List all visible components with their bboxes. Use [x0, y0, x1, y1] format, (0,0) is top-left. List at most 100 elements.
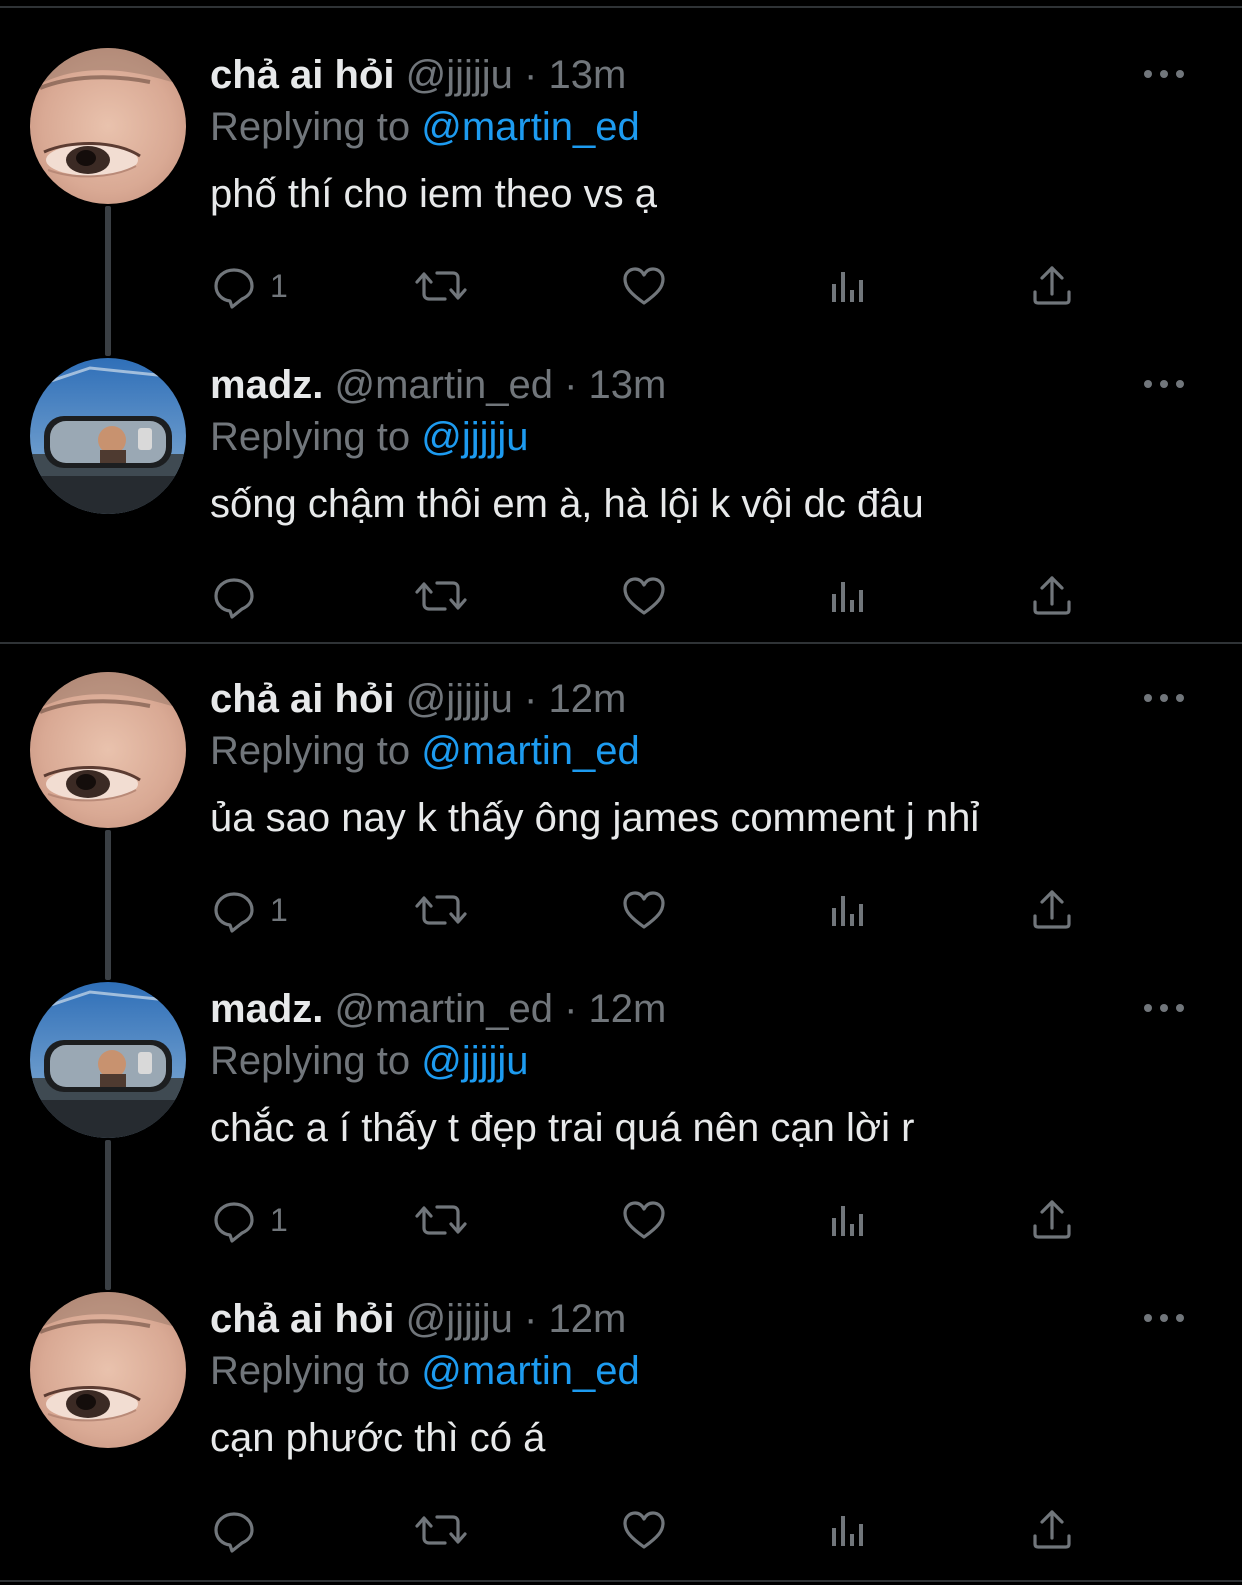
action-bar — [210, 1504, 1090, 1556]
action-bar: 1 — [210, 884, 1090, 936]
mention-link[interactable]: @martin_ed — [421, 1349, 639, 1393]
like-button[interactable] — [620, 570, 668, 622]
display-name[interactable]: chả ai hỏi — [210, 1297, 395, 1341]
tweet-header: madz. @martin_ed · 12m — [210, 986, 666, 1032]
timestamp[interactable]: · 12m — [564, 987, 666, 1031]
reply-count: 1 — [270, 891, 288, 928]
action-bar: 1 — [210, 1194, 1090, 1246]
timestamp[interactable]: · 13m — [524, 53, 626, 97]
views-icon — [832, 582, 863, 612]
replying-to: Replying to @jjjjju — [210, 414, 529, 460]
tweet[interactable]: chả ai hỏi @jjjjju · 13m Replying to @ma… — [0, 0, 1242, 310]
reply-button[interactable] — [210, 1504, 270, 1556]
avatar[interactable] — [30, 48, 186, 204]
reply-icon — [214, 1512, 254, 1553]
views-icon — [832, 272, 863, 302]
share-button[interactable] — [1028, 570, 1076, 622]
views-button[interactable] — [824, 1194, 872, 1246]
handle[interactable]: @jjjjju — [406, 53, 513, 97]
mention-link[interactable]: @jjjjju — [421, 1039, 528, 1083]
tweet-text: phố thí cho iem theo vs ạ — [210, 172, 657, 216]
tweet[interactable]: chả ai hỏi @jjjjju · 12m Replying to @ma… — [0, 624, 1242, 934]
reply-button[interactable]: 1 — [210, 1194, 288, 1246]
timestamp[interactable]: · 12m — [524, 1297, 626, 1341]
reply-button[interactable] — [210, 570, 270, 622]
reply-count: 1 — [270, 267, 288, 304]
share-icon — [1033, 576, 1071, 615]
share-button[interactable] — [1028, 1194, 1076, 1246]
retweet-icon — [415, 895, 467, 925]
like-button[interactable] — [620, 1504, 668, 1556]
display-name[interactable]: chả ai hỏi — [210, 53, 395, 97]
mention-link[interactable]: @martin_ed — [421, 105, 639, 149]
tweet[interactable]: chả ai hỏi @jjjjju · 12m Replying to @ma… — [0, 1244, 1242, 1554]
avatar[interactable] — [30, 982, 186, 1138]
share-button[interactable] — [1028, 1504, 1076, 1556]
more-icon[interactable] — [1144, 694, 1184, 704]
handle[interactable]: @martin_ed — [334, 363, 552, 407]
more-icon[interactable] — [1144, 380, 1184, 390]
retweet-icon — [415, 1205, 467, 1235]
tweet-text: sống chậm thôi em à, hà lội k vội dc đâu — [210, 482, 924, 526]
retweet-icon — [415, 581, 467, 611]
retweet-button[interactable] — [414, 1194, 468, 1246]
action-bar — [210, 570, 1090, 622]
more-icon[interactable] — [1144, 70, 1184, 80]
tweet-text: ủa sao nay k thấy ông james comment j nh… — [210, 796, 980, 840]
share-icon — [1033, 1200, 1071, 1239]
avatar[interactable] — [30, 672, 186, 828]
reply-button[interactable]: 1 — [210, 884, 288, 936]
replying-to: Replying to @martin_ed — [210, 104, 640, 150]
replying-prefix: Replying to — [210, 1349, 411, 1393]
replying-to: Replying to @martin_ed — [210, 1348, 640, 1394]
timestamp[interactable]: · 13m — [564, 363, 666, 407]
timestamp[interactable]: · 12m — [524, 677, 626, 721]
handle[interactable]: @jjjjju — [406, 677, 513, 721]
tweet-header: chả ai hỏi @jjjjju · 12m — [210, 676, 626, 722]
like-button[interactable] — [620, 884, 668, 936]
reply-button[interactable]: 1 — [210, 260, 288, 312]
views-button[interactable] — [824, 1504, 872, 1556]
more-icon[interactable] — [1144, 1314, 1184, 1324]
like-button[interactable] — [620, 1194, 668, 1246]
avatar[interactable] — [30, 358, 186, 514]
like-icon — [623, 891, 665, 929]
views-button[interactable] — [824, 884, 872, 936]
like-button[interactable] — [620, 260, 668, 312]
reply-icon — [214, 578, 254, 619]
share-button[interactable] — [1028, 884, 1076, 936]
display-name[interactable]: madz. — [210, 363, 323, 407]
bottom-divider — [0, 1580, 1242, 1582]
replying-prefix: Replying to — [210, 415, 411, 459]
share-button[interactable] — [1028, 260, 1076, 312]
tweet-header: madz. @martin_ed · 13m — [210, 362, 666, 408]
display-name[interactable]: chả ai hỏi — [210, 677, 395, 721]
reply-icon — [214, 268, 254, 309]
tweet[interactable]: madz. @martin_ed · 12m Replying to @jjjj… — [0, 934, 1242, 1244]
replying-to: Replying to @martin_ed — [210, 728, 640, 774]
retweet-button[interactable] — [414, 260, 468, 312]
views-button[interactable] — [824, 260, 872, 312]
retweet-button[interactable] — [414, 884, 468, 936]
more-icon[interactable] — [1144, 1004, 1184, 1014]
retweet-button[interactable] — [414, 1504, 468, 1556]
tweet[interactable]: madz. @martin_ed · 13m Replying to @jjjj… — [0, 310, 1242, 620]
handle[interactable]: @martin_ed — [334, 987, 552, 1031]
retweet-icon — [415, 271, 467, 301]
share-icon — [1033, 890, 1071, 929]
tweet-header: chả ai hỏi @jjjjju · 12m — [210, 1296, 626, 1342]
share-icon — [1033, 266, 1071, 305]
retweet-button[interactable] — [414, 570, 468, 622]
avatar[interactable] — [30, 1292, 186, 1448]
mention-link[interactable]: @jjjjju — [421, 415, 528, 459]
like-icon — [623, 577, 665, 615]
views-icon — [832, 1516, 863, 1546]
like-icon — [623, 267, 665, 305]
handle[interactable]: @jjjjju — [406, 1297, 513, 1341]
display-name[interactable]: madz. — [210, 987, 323, 1031]
replying-to: Replying to @jjjjju — [210, 1038, 529, 1084]
views-button[interactable] — [824, 570, 872, 622]
like-icon — [623, 1511, 665, 1549]
mention-link[interactable]: @martin_ed — [421, 729, 639, 773]
tweet-text: chắc a í thấy t đẹp trai quá nên cạn lời… — [210, 1106, 915, 1150]
